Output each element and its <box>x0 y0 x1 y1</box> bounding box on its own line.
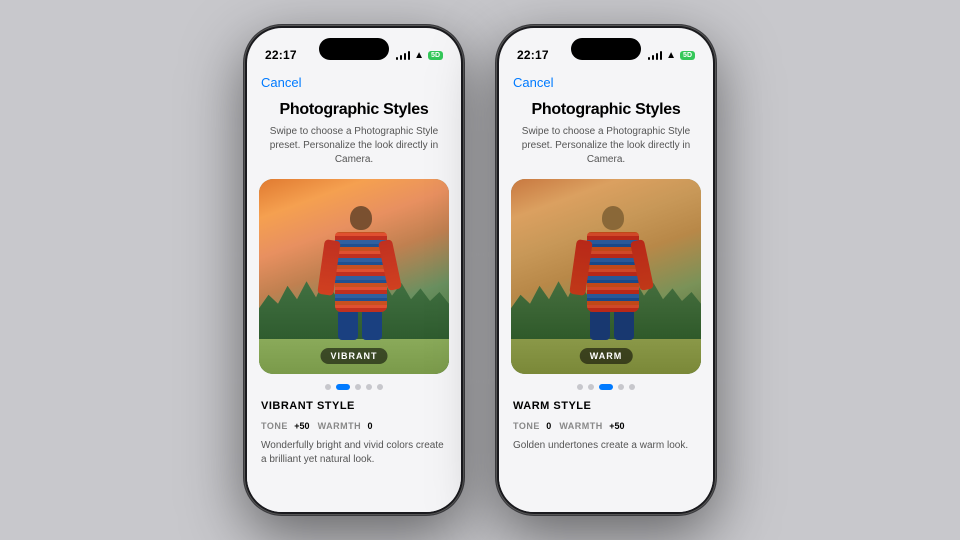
phone-frame-right: 22:17 ▲ 5D Cancel Photographic Styles <box>496 25 716 515</box>
wifi-icon-left: ▲ <box>414 50 424 61</box>
dynamic-island-right <box>571 38 641 60</box>
title-section-right: Photographic Styles Swipe to choose a Ph… <box>499 96 713 175</box>
warmth-label-left: WARMTH <box>318 421 362 431</box>
page-title-right: Photographic Styles <box>519 100 693 119</box>
style-name-right: WARM STYLE <box>513 400 699 412</box>
subtitle-right: Swipe to choose a Photographic Style pre… <box>519 125 693 167</box>
person-left <box>328 206 393 346</box>
style-badge-left: VIBRANT <box>321 348 388 364</box>
tone-label-left: TONE <box>261 421 288 431</box>
person-body-right <box>587 232 639 312</box>
status-time-left: 22:17 <box>265 48 297 62</box>
warmth-value-right: +50 <box>609 421 624 431</box>
page-title-left: Photographic Styles <box>267 100 441 119</box>
person-right <box>580 206 645 346</box>
dot-3-left <box>355 384 361 390</box>
dot-1-left <box>325 384 331 390</box>
person-body-left <box>335 232 387 312</box>
dot-2-right <box>588 384 594 390</box>
phone-screen-right: 22:17 ▲ 5D Cancel Photographic Styles <box>499 28 713 512</box>
tone-label-right: TONE <box>513 421 540 431</box>
phone-right: 22:17 ▲ 5D Cancel Photographic Styles <box>496 25 716 515</box>
photo-card-left: VIBRANT <box>259 179 449 374</box>
dot-3-right <box>599 384 613 390</box>
dot-1-right <box>577 384 583 390</box>
leg-1-right <box>590 312 610 340</box>
style-info-right: WARM STYLE TONE 0 WARMTH +50 Golden unde… <box>499 392 713 512</box>
dots-right <box>499 378 713 392</box>
dot-2-left <box>336 384 350 390</box>
signal-icon-left <box>396 50 411 60</box>
status-icons-left: ▲ 5D <box>396 50 443 61</box>
cancel-btn-right[interactable]: Cancel <box>499 72 713 96</box>
dot-5-right <box>629 384 635 390</box>
dot-4-right <box>618 384 624 390</box>
tone-value-right: 0 <box>546 421 551 431</box>
subtitle-left: Swipe to choose a Photographic Style pre… <box>267 125 441 167</box>
dots-left <box>247 378 461 392</box>
phone-frame-left: 22:17 ▲ 5D Cancel Photographic Styles <box>244 25 464 515</box>
leg-2-left <box>362 312 382 340</box>
photo-scene-right: WARM <box>511 179 701 374</box>
photo-scene-left: VIBRANT <box>259 179 449 374</box>
wifi-icon-right: ▲ <box>666 50 676 61</box>
style-params-left: TONE +50 WARMTH 0 <box>261 416 447 434</box>
style-desc-right: Golden undertones create a warm look. <box>513 439 699 453</box>
phone-screen-left: 22:17 ▲ 5D Cancel Photographic Styles <box>247 28 461 512</box>
warmth-label-right: WARMTH <box>559 421 603 431</box>
style-info-left: VIBRANT STYLE TONE +50 WARMTH 0 Wonderfu… <box>247 392 461 512</box>
cancel-btn-left[interactable]: Cancel <box>247 72 461 96</box>
tone-value-left: +50 <box>294 421 309 431</box>
dot-5-left <box>377 384 383 390</box>
leg-2-right <box>614 312 634 340</box>
phone-left: 22:17 ▲ 5D Cancel Photographic Styles <box>244 25 464 515</box>
person-legs-left <box>338 312 384 340</box>
person-head-right <box>602 206 624 230</box>
dot-4-left <box>366 384 372 390</box>
photo-card-right: WARM <box>511 179 701 374</box>
person-head-left <box>350 206 372 230</box>
style-desc-left: Wonderfully bright and vivid colors crea… <box>261 439 447 467</box>
battery-icon-left: 5D <box>428 51 443 60</box>
battery-icon-right: 5D <box>680 51 695 60</box>
style-params-right: TONE 0 WARMTH +50 <box>513 416 699 434</box>
signal-icon-right <box>648 50 663 60</box>
dynamic-island-left <box>319 38 389 60</box>
status-icons-right: ▲ 5D <box>648 50 695 61</box>
person-legs-right <box>590 312 636 340</box>
style-name-left: VIBRANT STYLE <box>261 400 447 412</box>
style-badge-right: WARM <box>580 348 633 364</box>
leg-1-left <box>338 312 358 340</box>
warmth-value-left: 0 <box>368 421 373 431</box>
status-time-right: 22:17 <box>517 48 549 62</box>
title-section-left: Photographic Styles Swipe to choose a Ph… <box>247 96 461 175</box>
